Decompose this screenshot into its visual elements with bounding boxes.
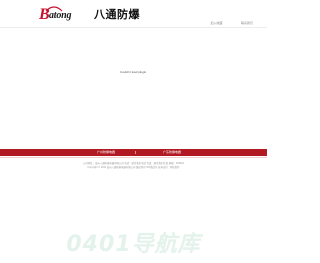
add-favorite-link[interactable]: 加入收藏 — [211, 21, 223, 25]
footer-nav-link-guangzhou[interactable]: 广州防爆电器 — [76, 149, 136, 156]
footer-nav-divider — [135, 151, 136, 154]
footer-nav-link-guangdong[interactable]: 广东防爆电器 — [142, 149, 202, 156]
logo-chinese-name: 八通防爆 — [94, 8, 140, 21]
footer-divider — [0, 157, 267, 158]
watermark-text: 0401导航库 — [66, 232, 201, 257]
header: B atong 八通防爆 加入收藏 联系我们 — [0, 0, 267, 28]
logo-wordmark: atong — [49, 10, 72, 21]
contact-us-link[interactable]: 联系我们 — [241, 21, 253, 25]
header-divider — [0, 27, 267, 28]
plugin-error-message: Couldn't load plugin. — [119, 70, 148, 74]
footer-nav-bar: 广州防爆电器 广东防爆电器 — [0, 149, 267, 156]
footer-copyright: Copyright © 2012 温州八通防爆电器有限公司 版权所有 ICP备案… — [87, 166, 180, 169]
